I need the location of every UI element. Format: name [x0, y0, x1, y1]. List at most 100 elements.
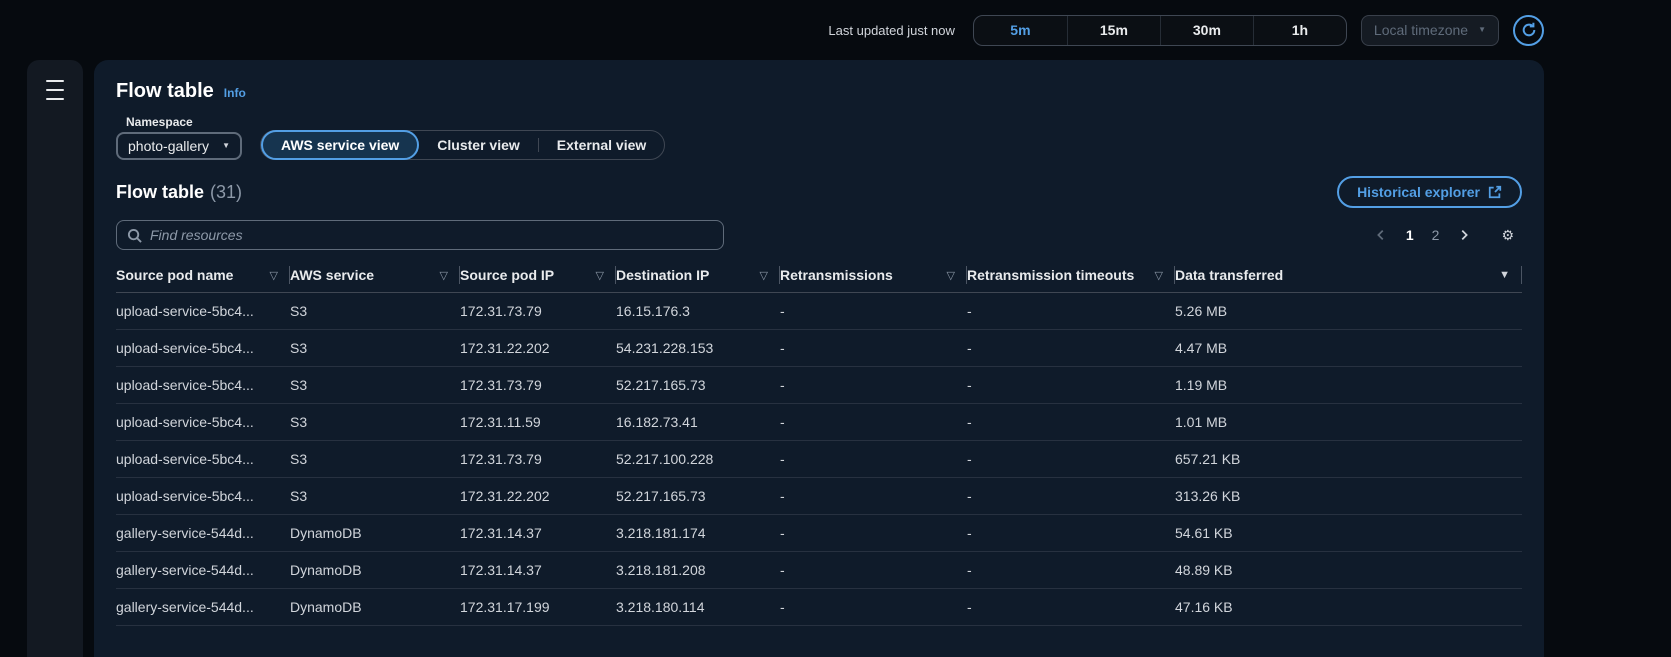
menu-button[interactable]	[42, 80, 68, 100]
column-header-source-pod-ip[interactable]: Source pod IP ▽	[460, 258, 616, 293]
time-range-15m[interactable]: 15m	[1067, 16, 1160, 45]
table-row: upload-service-5bc4...S3172.31.22.20254.…	[116, 330, 1522, 367]
table-cell: gallery-service-544d...	[116, 552, 290, 589]
filter-icon[interactable]: ▽	[440, 269, 448, 282]
table-cell: upload-service-5bc4...	[116, 293, 290, 330]
sidebar	[27, 60, 83, 657]
table-cell: -	[780, 478, 967, 515]
table-cell: 172.31.22.202	[460, 330, 616, 367]
panel-title-row: Flow table Info	[116, 80, 1522, 103]
table-cell: -	[780, 589, 967, 626]
column-header-source-pod-name[interactable]: Source pod name ▽	[116, 258, 290, 293]
table-cell: 172.31.14.37	[460, 515, 616, 552]
table-cell: DynamoDB	[290, 589, 460, 626]
filter-icon[interactable]: ▽	[947, 269, 955, 282]
controls-row: Namespace photo-gallery ▼ AWS service vi…	[116, 115, 1522, 160]
filter-icon[interactable]: ▽	[1155, 269, 1163, 282]
refresh-icon	[1521, 22, 1537, 38]
table-cell: -	[780, 330, 967, 367]
historical-explorer-button[interactable]: Historical explorer	[1337, 176, 1522, 208]
table-cell: 4.47 MB	[1175, 330, 1522, 367]
table-cell: -	[780, 441, 967, 478]
table-cell: gallery-service-544d...	[116, 589, 290, 626]
table-cell: DynamoDB	[290, 515, 460, 552]
table-cell: 48.89 KB	[1175, 552, 1522, 589]
filter-icon[interactable]: ▽	[270, 269, 278, 282]
table-row: upload-service-5bc4...S3172.31.73.7952.2…	[116, 367, 1522, 404]
pagination-next-button[interactable]	[1449, 224, 1479, 246]
time-range-30m[interactable]: 30m	[1160, 16, 1253, 45]
view-aws-service[interactable]: AWS service view	[261, 130, 419, 160]
table-cell: upload-service-5bc4...	[116, 367, 290, 404]
table-cell: 3.218.181.174	[616, 515, 780, 552]
table-cell: 657.21 KB	[1175, 441, 1522, 478]
table-cell: 172.31.11.59	[460, 404, 616, 441]
table-cell: 52.217.165.73	[616, 478, 780, 515]
time-range-control: 5m 15m 30m 1h	[973, 15, 1347, 46]
table-cell: -	[780, 404, 967, 441]
table-cell: 172.31.73.79	[460, 367, 616, 404]
table-row: gallery-service-544d...DynamoDB172.31.14…	[116, 552, 1522, 589]
column-header-retransmission-timeouts[interactable]: Retransmission timeouts ▽	[967, 258, 1175, 293]
time-range-1h[interactable]: 1h	[1253, 16, 1346, 45]
column-label: Source pod IP	[460, 267, 554, 283]
table-cell: -	[967, 441, 1175, 478]
external-link-icon	[1488, 185, 1502, 199]
last-updated-text: Last updated just now	[828, 23, 954, 38]
time-range-5m[interactable]: 5m	[974, 16, 1067, 45]
column-header-destination-ip[interactable]: Destination IP ▽	[616, 258, 780, 293]
table-cell: upload-service-5bc4...	[116, 478, 290, 515]
table-cell: upload-service-5bc4...	[116, 441, 290, 478]
table-cell: 172.31.17.199	[460, 589, 616, 626]
table-cell: upload-service-5bc4...	[116, 330, 290, 367]
page-title: Flow table	[116, 80, 214, 103]
column-label: Source pod name	[116, 267, 233, 283]
chevron-left-icon	[1374, 228, 1388, 242]
namespace-select[interactable]: photo-gallery ▼	[116, 132, 242, 160]
chevron-right-icon	[1457, 228, 1471, 242]
column-header-data-transferred[interactable]: Data transferred ▼	[1175, 258, 1522, 293]
view-external[interactable]: External view	[539, 130, 665, 160]
pagination-prev-button[interactable]	[1366, 224, 1396, 246]
column-label: Retransmission timeouts	[967, 267, 1134, 283]
search-icon	[127, 228, 142, 243]
timezone-select[interactable]: Local timezone ▼	[1361, 15, 1499, 46]
view-cluster[interactable]: Cluster view	[419, 130, 537, 160]
table-cell: 54.231.228.153	[616, 330, 780, 367]
table-cell: -	[780, 552, 967, 589]
column-header-aws-service[interactable]: AWS service ▽	[290, 258, 460, 293]
table-cell: 172.31.73.79	[460, 441, 616, 478]
pagination-page-1[interactable]: 1	[1398, 223, 1422, 247]
table-cell: gallery-service-544d...	[116, 515, 290, 552]
namespace-value: photo-gallery	[128, 138, 209, 154]
search-box	[116, 220, 724, 250]
table-cell: 3.218.181.208	[616, 552, 780, 589]
search-input[interactable]	[150, 227, 713, 243]
table-title: Flow table(31)	[116, 182, 242, 203]
table-cell: S3	[290, 293, 460, 330]
flow-table-header: Source pod name ▽ AWS service ▽ Source p…	[116, 258, 1522, 293]
table-row: upload-service-5bc4...S3172.31.73.7952.2…	[116, 441, 1522, 478]
table-cell: S3	[290, 367, 460, 404]
table-cell: 52.217.100.228	[616, 441, 780, 478]
table-row: upload-service-5bc4...S3172.31.11.5916.1…	[116, 404, 1522, 441]
info-link[interactable]: Info	[224, 86, 246, 100]
content: Flow table Info Namespace photo-gallery …	[0, 60, 1671, 657]
column-header-retransmissions[interactable]: Retransmissions ▽	[780, 258, 967, 293]
table-settings-button[interactable]: ⚙	[1493, 224, 1522, 246]
table-cell: -	[967, 293, 1175, 330]
filter-icon[interactable]: ▽	[596, 269, 604, 282]
table-cell: 54.61 KB	[1175, 515, 1522, 552]
table-cell: -	[967, 552, 1175, 589]
table-cell: 313.26 KB	[1175, 478, 1522, 515]
table-cell: 5.26 MB	[1175, 293, 1522, 330]
filter-icon[interactable]: ▽	[760, 269, 768, 282]
table-row: gallery-service-544d...DynamoDB172.31.17…	[116, 589, 1522, 626]
table-cell: -	[967, 330, 1175, 367]
table-cell: 1.01 MB	[1175, 404, 1522, 441]
refresh-button[interactable]	[1513, 15, 1544, 46]
sort-desc-icon[interactable]: ▼	[1499, 269, 1510, 281]
table-row: upload-service-5bc4...S3172.31.22.20252.…	[116, 478, 1522, 515]
pagination-page-2[interactable]: 2	[1424, 223, 1448, 247]
flow-table-panel: Flow table Info Namespace photo-gallery …	[94, 60, 1544, 657]
